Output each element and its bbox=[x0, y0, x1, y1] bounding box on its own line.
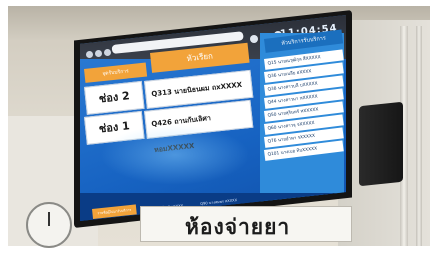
room-sign: ห้องจ่ายยา bbox=[140, 206, 352, 242]
wall-speaker bbox=[359, 101, 403, 187]
wall-pipe-secondary bbox=[416, 26, 422, 246]
clock-hand bbox=[48, 212, 50, 226]
screen-glare bbox=[100, 125, 250, 185]
queue-display-screen: 11:04:54 หัวเรียก จุดรับบริการ ช่อง 2 Q3… bbox=[80, 15, 346, 221]
refresh-icon bbox=[250, 35, 258, 43]
back-icon bbox=[86, 51, 93, 58]
wall-clock bbox=[26, 202, 72, 248]
counter-header: จุดรับบริการ bbox=[84, 62, 148, 83]
counter-label: ช่อง 2 bbox=[84, 80, 145, 115]
room-sign-text: ห้องจ่ายยา bbox=[185, 215, 291, 239]
reload-icon bbox=[104, 49, 111, 56]
forward-icon bbox=[95, 50, 102, 57]
